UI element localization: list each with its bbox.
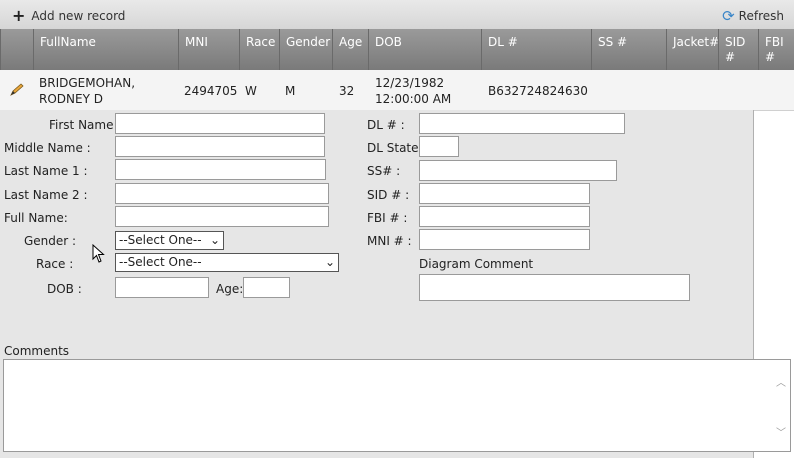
gender-label: Gender : bbox=[24, 234, 77, 248]
middle-name-label: Middle Name : bbox=[4, 141, 91, 155]
diagram-comment-input[interactable] bbox=[419, 274, 690, 301]
fullname-line2: RODNEY D bbox=[39, 92, 103, 106]
fbi-input[interactable] bbox=[419, 206, 590, 227]
comments-textarea[interactable]: ︿ ﹀ bbox=[3, 359, 791, 452]
cell-race: W bbox=[245, 84, 257, 98]
dl-state-label: DL State : bbox=[367, 141, 427, 155]
last-name-2-label: Last Name 2 : bbox=[4, 188, 88, 202]
age-input[interactable] bbox=[243, 277, 290, 298]
ss-label: SS# : bbox=[367, 164, 401, 178]
first-name-input[interactable] bbox=[115, 113, 325, 134]
grid-toolbar: + Add new record ⟳ Refresh bbox=[0, 0, 794, 30]
sid-input[interactable] bbox=[419, 183, 590, 204]
dob-label: DOB : bbox=[47, 282, 82, 296]
age-label: Age: bbox=[216, 282, 244, 296]
add-new-record-button[interactable]: + Add new record bbox=[12, 6, 126, 25]
first-name-label: First Name : bbox=[49, 118, 122, 132]
table-row[interactable]: BRIDGEMOHAN, RODNEY D 2494705 W M 32 12/… bbox=[0, 70, 794, 111]
header-fullname[interactable]: FullName bbox=[33, 29, 178, 70]
cell-fullname: BRIDGEMOHAN, RODNEY D bbox=[39, 75, 135, 107]
header-gender[interactable]: Gender bbox=[279, 29, 332, 70]
diagram-comment-label: Diagram Comment bbox=[419, 257, 534, 271]
comments-label: Comments bbox=[4, 344, 70, 358]
mni-input[interactable] bbox=[419, 229, 590, 250]
mni-label: MNI # : bbox=[367, 234, 412, 248]
header-fbi[interactable]: FBI # bbox=[758, 29, 794, 70]
header-dob[interactable]: DOB bbox=[368, 29, 481, 70]
header-edit-column bbox=[0, 29, 33, 70]
dl-input[interactable] bbox=[419, 113, 625, 134]
cell-dob: 12/23/1982 12:00:00 AM bbox=[375, 75, 451, 107]
dob-input[interactable] bbox=[115, 277, 209, 298]
middle-name-input[interactable] bbox=[115, 136, 325, 157]
cell-gender: M bbox=[285, 84, 296, 98]
dl-label: DL # : bbox=[367, 118, 405, 132]
refresh-icon: ⟳ bbox=[722, 7, 735, 25]
fbi-label: FBI # : bbox=[367, 211, 408, 225]
last-name-2-input[interactable] bbox=[115, 183, 329, 204]
header-ss[interactable]: SS # bbox=[591, 29, 666, 70]
header-race[interactable]: Race bbox=[239, 29, 279, 70]
grid-header: FullName MNI Race Gender Age DOB DL # SS… bbox=[0, 29, 794, 70]
fullname-line1: BRIDGEMOHAN, bbox=[39, 76, 136, 90]
sid-label: SID # : bbox=[367, 188, 410, 202]
race-select-value: --Select One-- bbox=[119, 255, 202, 269]
last-name-1-input[interactable] bbox=[115, 159, 326, 180]
add-new-record-label: Add new record bbox=[31, 9, 126, 23]
scroll-down-icon[interactable]: ﹀ bbox=[776, 424, 786, 439]
header-sid[interactable]: SID # bbox=[718, 29, 758, 70]
cell-age: 32 bbox=[339, 84, 355, 98]
scroll-up-icon[interactable]: ︿ bbox=[776, 374, 786, 389]
chevron-down-icon: ⌄ bbox=[209, 233, 220, 247]
plus-icon: + bbox=[12, 6, 26, 25]
edit-pencil-icon[interactable] bbox=[9, 83, 25, 97]
header-age[interactable]: Age bbox=[332, 29, 368, 70]
race-select[interactable]: --Select One-- ⌄ bbox=[115, 253, 339, 272]
refresh-label: Refresh bbox=[738, 9, 784, 23]
chevron-down-icon: ⌄ bbox=[324, 255, 335, 269]
full-name-label: Full Name: bbox=[4, 211, 68, 225]
race-label: Race : bbox=[36, 257, 74, 271]
dob-line1: 12/23/1982 bbox=[375, 76, 445, 90]
gender-select[interactable]: --Select One-- ⌄ bbox=[115, 231, 224, 250]
dob-line2: 12:00:00 AM bbox=[375, 92, 452, 106]
mouse-pointer-icon bbox=[92, 244, 105, 263]
last-name-1-label: Last Name 1 : bbox=[4, 164, 88, 178]
header-dl[interactable]: DL # bbox=[481, 29, 591, 70]
dl-state-input[interactable] bbox=[419, 136, 459, 157]
cell-mni: 2494705 bbox=[184, 84, 238, 98]
header-jacket[interactable]: Jacket# bbox=[666, 29, 719, 70]
gender-select-value: --Select One-- bbox=[119, 233, 202, 247]
ss-input[interactable] bbox=[419, 160, 617, 181]
full-name-input[interactable] bbox=[115, 206, 329, 227]
header-mni[interactable]: MNI bbox=[178, 29, 239, 70]
cell-dl: B632724824630 bbox=[488, 84, 588, 98]
refresh-button[interactable]: ⟳ Refresh bbox=[722, 6, 784, 25]
